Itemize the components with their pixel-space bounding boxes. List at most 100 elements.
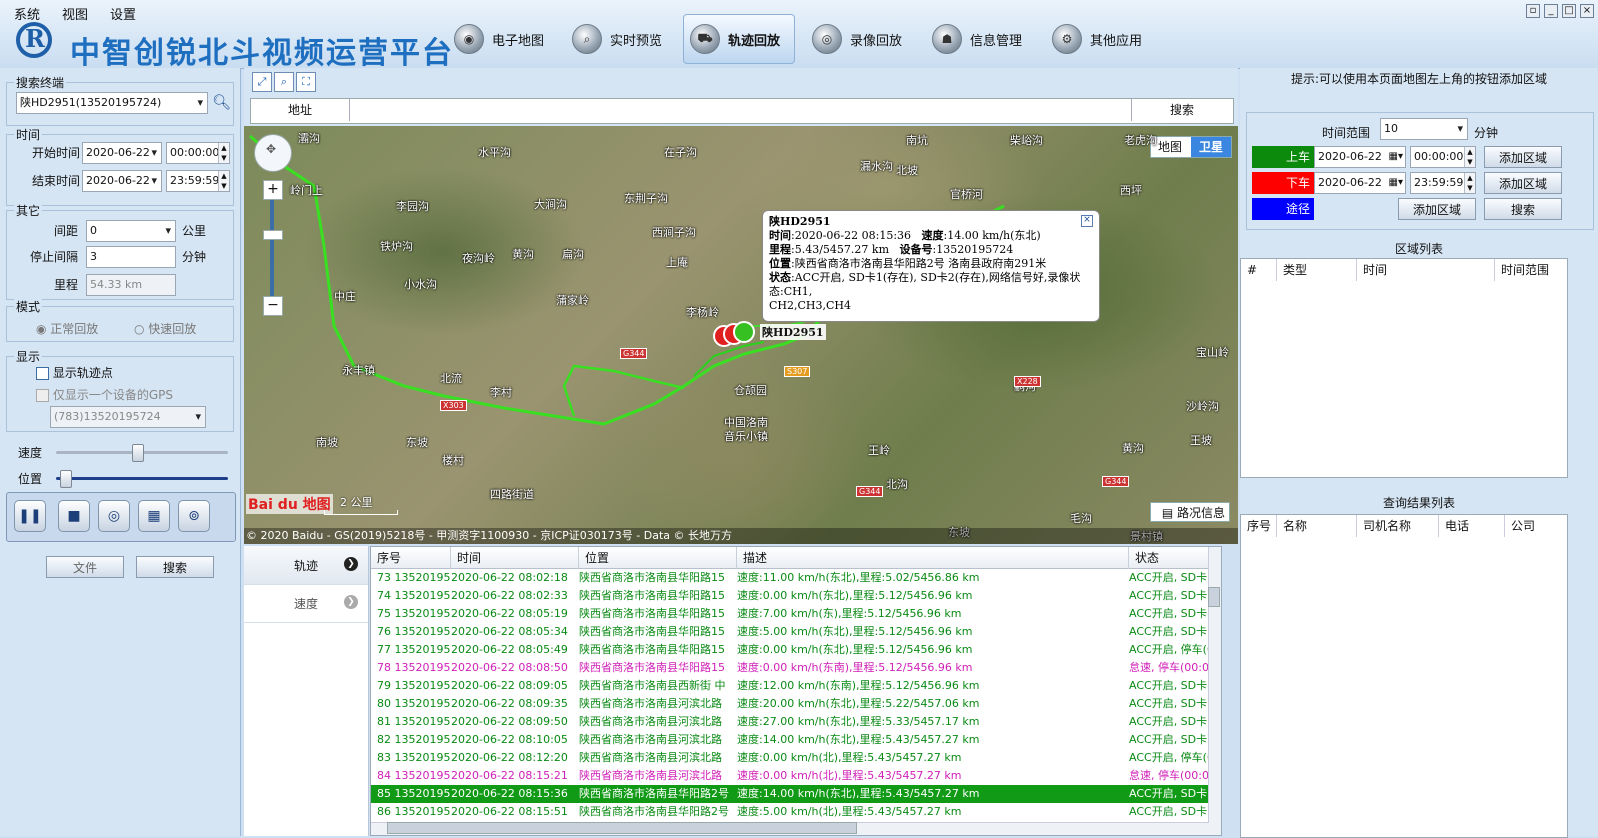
show-points-checkbox[interactable]: 显示轨迹点 xyxy=(36,364,113,381)
place-label: 四路街道 xyxy=(490,488,534,501)
column-header[interactable]: 描述 xyxy=(737,547,1129,569)
column-header[interactable]: 类型 xyxy=(1277,259,1357,281)
locate-icon[interactable]: ◎ xyxy=(98,500,130,532)
terminal-select[interactable]: 陕HD2951(13520195724) xyxy=(16,92,208,114)
tab-speed[interactable]: 速度 ❯ xyxy=(244,584,368,623)
table-row[interactable]: 74 135201957 2020-06-22 08:02:33 陕西省商洛市洛南县… xyxy=(371,587,1221,605)
table-row[interactable]: 77 135201957 2020-06-22 08:05:49 陕西省商洛市洛南县… xyxy=(371,641,1221,659)
restore-icon[interactable]: ▫ xyxy=(1526,4,1540,18)
interval-select[interactable]: 0 xyxy=(86,220,176,242)
spinner-icon[interactable]: ▲ ▼ xyxy=(218,171,229,191)
column-header[interactable]: 序号 xyxy=(371,547,451,569)
close-icon[interactable]: × xyxy=(1580,4,1594,18)
stop-interval-input[interactable]: 3 xyxy=(86,246,176,268)
area-search-button[interactable]: 搜索 xyxy=(1484,198,1562,220)
vertical-scroll-thumb[interactable] xyxy=(1208,587,1220,607)
table-row[interactable]: 85 135201957 2020-06-22 08:15:36 陕西省商洛市洛南县… xyxy=(371,785,1221,803)
column-header[interactable]: 时间 xyxy=(451,547,579,569)
search-button[interactable]: 搜索 xyxy=(136,556,214,578)
normal-mode-radio[interactable]: ◉ 正常回放 xyxy=(36,320,98,337)
fast-mode-radio[interactable]: ○ 快速回放 xyxy=(134,320,196,337)
table-row[interactable]: 78 135201957 2020-06-22 08:08:50 陕西省商洛市洛南县… xyxy=(371,659,1221,677)
nav-video-playback[interactable]: ◎ 录像回放 xyxy=(806,14,918,64)
table-row[interactable]: 82 135201957 2020-06-22 08:10:05 陕西省商洛市洛南县… xyxy=(371,731,1221,749)
satellite-map[interactable]: ✥ + − 地图 卫星 灞沟 水平沟 在子沟 南坑 老虎沟 柴峪沟 岭门上 李园沟 大涧沟 东荆子… xyxy=(244,126,1238,544)
nav-other-apps[interactable]: ⚙ 其他应用 xyxy=(1046,14,1158,64)
alight-date-field[interactable]: 2020-06-22 ▦▾ xyxy=(1314,172,1406,194)
track-layer xyxy=(249,134,1005,426)
add-via-area-button[interactable]: 添加区域 xyxy=(1398,198,1476,220)
table-row[interactable]: 80 135201957 2020-06-22 08:09:35 陕西省商洛市洛南县… xyxy=(371,695,1221,713)
end-date-field[interactable]: 2020-06-22 xyxy=(82,170,162,192)
fullscreen-icon[interactable]: ⛶ xyxy=(296,72,316,92)
maximize-icon[interactable]: □ xyxy=(1562,4,1576,18)
zoom-thumb[interactable] xyxy=(263,230,283,240)
popup-time-label: 时间 xyxy=(769,229,791,242)
table-row[interactable]: 79 135201957 2020-06-22 08:09:05 陕西省商洛市洛南县… xyxy=(371,677,1221,695)
column-header[interactable]: 位置 xyxy=(579,547,737,569)
nav-info-management[interactable]: ☗ 信息管理 xyxy=(926,14,1038,64)
search-icon[interactable]: 🔍︎ xyxy=(212,93,231,111)
menu-settings[interactable]: 设置 xyxy=(110,4,136,23)
nav-live-preview[interactable]: ⌕ 实时预览 xyxy=(566,14,678,64)
minimize-icon[interactable]: _ xyxy=(1544,4,1558,18)
draw-area-icon[interactable]: ⤢ xyxy=(252,72,272,92)
zoom-icon[interactable]: ⌕ xyxy=(274,72,294,92)
board-time-field[interactable]: 00:00:00 ▲ ▼ xyxy=(1410,146,1476,168)
target-icon[interactable]: ⊚ xyxy=(178,500,210,532)
file-button[interactable]: 文件 xyxy=(46,556,124,578)
table-row[interactable]: 86 135201957 2020-06-22 08:15:51 陕西省商洛市洛南县… xyxy=(371,803,1221,821)
tab-track[interactable]: 轨迹 ❯ xyxy=(244,546,368,585)
zoom-slider[interactable] xyxy=(270,200,274,296)
column-header[interactable]: 名称 xyxy=(1277,515,1357,537)
menu-system[interactable]: 系统 xyxy=(14,4,40,23)
map-type-satellite[interactable]: 卫星 xyxy=(1191,137,1231,157)
nav-track-playback[interactable]: ⛟ 轨迹回放 xyxy=(683,14,795,64)
board-date-field[interactable]: 2020-06-22 ▦▾ xyxy=(1314,146,1406,168)
table-row[interactable]: 75 135201957 2020-06-22 08:05:19 陕西省商洛市洛南县… xyxy=(371,605,1221,623)
column-header[interactable]: 序号 xyxy=(1241,515,1277,537)
stop-icon[interactable]: ■ xyxy=(58,500,90,532)
zoom-out-icon[interactable]: − xyxy=(263,296,283,316)
pause-icon[interactable]: ❚❚ xyxy=(14,500,46,532)
column-header[interactable]: 司机名称 xyxy=(1357,515,1439,537)
table-row[interactable]: 76 135201957 2020-06-22 08:05:34 陕西省商洛市洛南县… xyxy=(371,623,1221,641)
spinner-icon[interactable]: ▲ ▼ xyxy=(1464,147,1475,167)
start-time-field[interactable]: 00:00:00 ▲ ▼ xyxy=(166,142,230,164)
table-cell: ACC开启, SD卡1( xyxy=(1129,571,1209,584)
alight-time-field[interactable]: 23:59:59 ▲ ▼ xyxy=(1410,172,1476,194)
address-search-button[interactable]: 搜索 xyxy=(1131,99,1232,121)
nav-electronic-map[interactable]: ◉ 电子地图 xyxy=(448,14,560,64)
close-icon[interactable]: × xyxy=(1081,215,1093,227)
spinner-icon[interactable]: ▲ ▼ xyxy=(1464,173,1475,193)
column-header[interactable]: 电话 xyxy=(1439,515,1505,537)
zoom-in-icon[interactable]: + xyxy=(263,180,283,200)
speed-slider[interactable] xyxy=(131,444,144,462)
column-header[interactable]: 时间范围 xyxy=(1495,259,1567,281)
add-board-area-button[interactable]: 添加区域 xyxy=(1484,146,1562,168)
popup-time-line: 时间:2020-06-22 08:15:36 速度:14.00 km/h(东北) xyxy=(769,229,1041,242)
end-time-field[interactable]: 23:59:59 ▲ ▼ xyxy=(166,170,230,192)
column-header[interactable]: # xyxy=(1241,259,1277,281)
table-row[interactable]: 73 135201957 2020-06-22 08:02:18 陕西省商洛市洛南县… xyxy=(371,569,1221,587)
alight-date-value: 2020-06-22 xyxy=(1318,176,1382,189)
menu-view[interactable]: 视图 xyxy=(62,4,88,23)
spinner-icon[interactable]: ▲ ▼ xyxy=(218,143,229,163)
table-row[interactable]: 84 135201957 2020-06-22 08:15:21 陕西省商洛市洛南县… xyxy=(371,767,1221,785)
address-input[interactable] xyxy=(351,99,1131,121)
show-one-device-checkbox[interactable]: 仅显示一个设备的GPS xyxy=(36,386,173,403)
table-row[interactable]: 81 135201957 2020-06-22 08:09:50 陕西省商洛市洛南县… xyxy=(371,713,1221,731)
start-date-field[interactable]: 2020-06-22 xyxy=(82,142,162,164)
popup-status-value2: CH2,CH3,CH4 xyxy=(769,299,852,312)
table-cell: 80 135201957 xyxy=(377,697,451,710)
export-icon[interactable]: ▦ xyxy=(138,500,170,532)
popup-location-value: 陕西省商洛市洛南县华阳路2号 洛南县政府南291米 xyxy=(794,257,1047,270)
traffic-button[interactable]: ▤ 路况信息 xyxy=(1150,502,1230,522)
column-header[interactable]: 时间 xyxy=(1357,259,1495,281)
time-range-select[interactable]: 10 xyxy=(1380,118,1468,140)
column-header[interactable]: 公司 xyxy=(1505,515,1567,537)
table-row[interactable]: 83 135201957 2020-06-22 08:12:20 陕西省商洛市洛南县… xyxy=(371,749,1221,767)
horizontal-scroll-thumb[interactable] xyxy=(387,822,857,834)
add-alight-area-button[interactable]: 添加区域 xyxy=(1484,172,1562,194)
position-slider[interactable] xyxy=(59,470,72,488)
